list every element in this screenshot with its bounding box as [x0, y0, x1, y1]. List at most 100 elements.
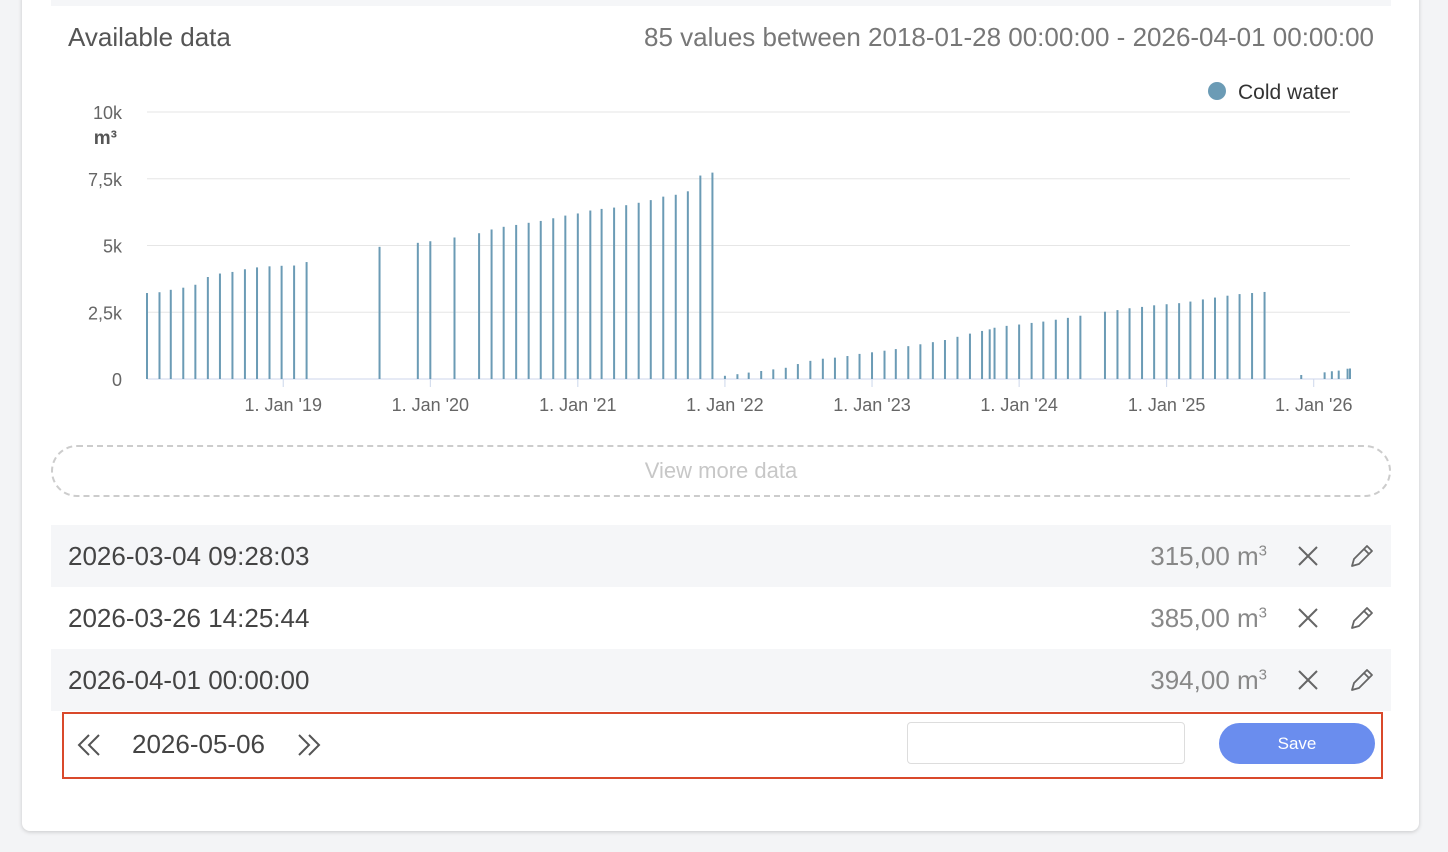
data-bar — [784, 367, 787, 379]
data-bar — [1213, 297, 1216, 379]
data-bar — [919, 344, 922, 379]
data-bar — [1030, 322, 1033, 379]
value-input[interactable] — [907, 722, 1185, 764]
x-tick-label: 1. Jan '24 — [980, 395, 1058, 415]
top-strip — [51, 0, 1391, 6]
new-entry-row: 2026-05-06 Save — [62, 712, 1383, 779]
data-bar — [1201, 299, 1204, 379]
data-bar — [1018, 324, 1021, 379]
pencil-icon[interactable] — [1348, 666, 1376, 694]
close-icon[interactable] — [1295, 543, 1321, 569]
data-bar — [539, 220, 542, 379]
data-bar — [821, 358, 824, 379]
data-bar — [552, 218, 555, 379]
data-bar — [625, 205, 628, 379]
data-bar — [1178, 303, 1181, 379]
data-bar — [589, 210, 592, 379]
data-bar — [182, 287, 185, 379]
table-row: 2026-04-01 00:00:00 394,00 m3 — [51, 649, 1391, 711]
data-bar — [1337, 370, 1340, 379]
data-bar — [760, 370, 763, 379]
y-tick-label: 0 — [112, 370, 122, 390]
entry-value: 315,00 m3 — [1150, 540, 1267, 571]
data-bar — [871, 352, 874, 379]
data-bar — [169, 289, 172, 379]
data-bar — [146, 293, 148, 379]
data-bar — [1054, 319, 1057, 379]
consumption-chart: 0 2,5k 5k 7,5k 10k m³ 1. Jan '19 1. Jan '20 1. J… — [88, 81, 1353, 415]
data-bar — [1189, 301, 1192, 379]
data-bar — [1165, 304, 1168, 379]
data-bar — [907, 346, 910, 379]
x-tick-label: 1. Jan '26 — [1275, 395, 1353, 415]
data-bar — [1066, 317, 1069, 379]
legend-label: Cold water — [1238, 81, 1338, 104]
data-bar — [858, 353, 861, 379]
entry-timestamp: 2026-03-26 14:25:44 — [68, 602, 310, 633]
data-bar — [1128, 308, 1131, 379]
pencil-icon[interactable] — [1348, 604, 1376, 632]
data-bar — [1042, 321, 1045, 379]
data-summary: 85 values between 2018-01-28 00:00:00 - … — [643, 22, 1374, 52]
x-tick-label: 1. Jan '25 — [1128, 395, 1206, 415]
data-bar — [747, 372, 750, 379]
chevrons-right-icon[interactable] — [294, 730, 324, 760]
data-bar — [206, 277, 209, 379]
data-bar — [993, 327, 996, 379]
data-bar — [981, 330, 984, 379]
data-bar — [1079, 315, 1082, 379]
data-bar — [429, 241, 432, 379]
y-tick-label: 5k — [103, 237, 123, 257]
data-bar — [502, 226, 505, 379]
data-bar — [231, 271, 234, 379]
data-bar — [1141, 306, 1144, 379]
data-bar — [1300, 374, 1303, 379]
close-icon[interactable] — [1295, 605, 1321, 631]
data-bar — [649, 200, 652, 379]
entry-timestamp: 2026-03-04 09:28:03 — [68, 540, 310, 571]
data-bar — [293, 265, 296, 379]
legend-marker — [1208, 82, 1226, 100]
data-bar — [280, 265, 283, 379]
data-bar — [1005, 325, 1008, 379]
table-row: 2026-03-04 09:28:03 315,00 m3 — [51, 525, 1391, 587]
data-bar — [1226, 295, 1229, 379]
data-bar — [686, 191, 689, 379]
data-bar — [674, 194, 677, 379]
data-bar — [256, 267, 259, 379]
data-bar — [894, 349, 897, 379]
x-tick-label: 1. Jan '21 — [539, 395, 617, 415]
data-bar — [1251, 293, 1254, 379]
data-bar — [194, 284, 197, 379]
entry-date: 2026-05-06 — [132, 729, 265, 759]
x-tick-label: 1. Jan '20 — [392, 395, 470, 415]
data-bar — [809, 360, 812, 379]
data-bar — [158, 292, 161, 379]
entry-value: 385,00 m3 — [1150, 602, 1267, 633]
entry-timestamp: 2026-04-01 00:00:00 — [68, 664, 310, 695]
data-bar — [1323, 372, 1326, 379]
data-bar — [305, 262, 308, 379]
data-bar — [723, 375, 726, 379]
data-bar — [699, 175, 702, 379]
view-more-button[interactable]: View more data — [51, 445, 1391, 497]
data-bar — [1153, 305, 1156, 379]
data-bar — [478, 233, 481, 379]
close-icon[interactable] — [1295, 667, 1321, 693]
data-bar — [988, 329, 991, 379]
y-tick-label: 7,5k — [88, 170, 123, 190]
data-bar — [637, 202, 640, 379]
data-bar — [943, 340, 946, 379]
data-bar — [662, 196, 665, 379]
chevrons-left-icon[interactable] — [74, 730, 104, 760]
data-bar — [218, 273, 221, 379]
y-tick-label: 2,5k — [88, 303, 123, 323]
table-row: 2026-03-26 14:25:44 385,00 m3 — [51, 587, 1391, 649]
save-button[interactable]: Save — [1219, 723, 1375, 764]
data-bar — [1349, 368, 1351, 379]
y-tick-label: 10k — [93, 103, 123, 123]
pencil-icon[interactable] — [1348, 542, 1376, 570]
x-tick-label: 1. Jan '19 — [244, 395, 322, 415]
y-unit-label: m³ — [94, 128, 117, 149]
data-bar — [600, 208, 603, 379]
